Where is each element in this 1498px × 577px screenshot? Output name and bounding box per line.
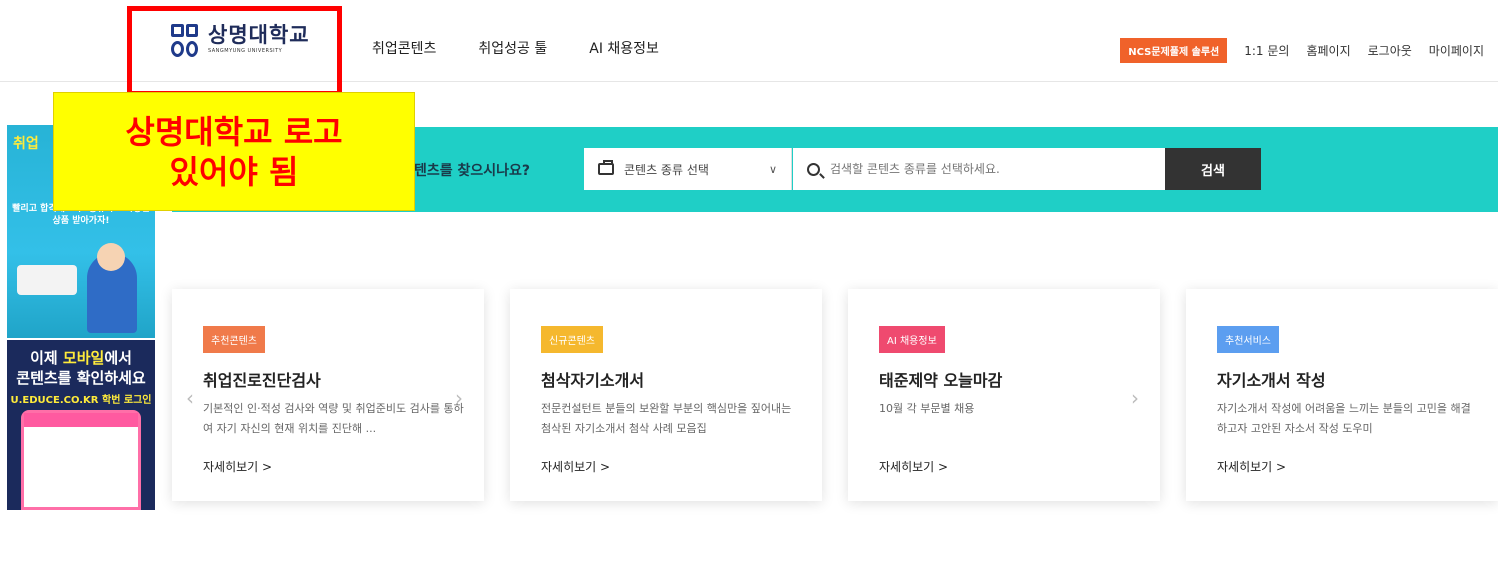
card-badge: 추천서비스 — [1217, 326, 1279, 353]
util-inquiry-link[interactable]: 1:1 문의 — [1244, 42, 1289, 59]
annotation-line1: 상명대학교 로고 — [125, 112, 343, 151]
chevron-left-icon[interactable]: ‹ — [186, 386, 194, 410]
site-header: 상명대학교 SANGMYUNG UNIVERSITY 취업콘텐츠 취업성공 툴 … — [0, 0, 1498, 96]
card-description: 자기소개서 작성에 어려움을 느끼는 분들의 고민을 해결하고자 고안된 자소서… — [1217, 402, 1471, 435]
card-title: 첨삭자기소개서 — [541, 371, 645, 390]
mobile-banner-url: U.EDUCE.CO.KR 학번 로그인 — [10, 395, 152, 406]
content-card[interactable]: AI 채용정보 태준제약 오늘마감 10월 각 부문별 채용 자세히보기 > — [848, 289, 1160, 501]
card-description: 기본적인 인·적성 검사와 역량 및 취업준비도 검사를 통하여 자기 자신의 … — [203, 402, 464, 435]
mascot-face — [97, 243, 125, 271]
card-badge: 신규콘텐츠 — [541, 326, 603, 353]
chevron-down-icon: ∨ — [768, 162, 777, 176]
ncs-solution-button[interactable]: NCS문제풀제 솔루션 — [1120, 38, 1228, 63]
card-badge: AI 채용정보 — [879, 326, 945, 353]
nav-item-success-tools[interactable]: 취업성공 툴 — [478, 38, 547, 58]
utility-nav: NCS문제풀제 솔루션 1:1 문의 홈페이지 로그아웃 마이페이지 — [1120, 38, 1484, 63]
nav-item-ai-recruit[interactable]: AI 채용정보 — [589, 38, 659, 58]
content-card[interactable]: 추천서비스 자기소개서 작성 자기소개서 작성에 어려움을 느끼는 분들의 고민… — [1186, 289, 1498, 501]
mobile-highlight: 모바일 — [62, 349, 105, 367]
nav-item-jobs-content[interactable]: 취업콘텐츠 — [372, 38, 436, 58]
card-title: 자기소개서 작성 — [1217, 371, 1326, 390]
search-input[interactable] — [830, 162, 1130, 176]
annotation-callout: 상명대학교 로고 있어야 됨 — [53, 92, 415, 211]
card-title: 취업진로진단검사 — [203, 371, 321, 390]
search-banner-label: 텐츠를 찾으시나요? — [414, 163, 531, 179]
util-homepage-link[interactable]: 홈페이지 — [1306, 42, 1350, 59]
chevron-right-icon[interactable]: › — [455, 386, 463, 410]
side-banner-title: 취업 — [13, 136, 39, 152]
card-more-link[interactable]: 자세히보기 > — [879, 458, 948, 475]
phone-illustration — [21, 410, 141, 510]
annotation-line2: 있어야 됨 — [169, 152, 299, 191]
util-mypage-link[interactable]: 마이페이지 — [1429, 42, 1484, 59]
coffee-illustration — [17, 265, 77, 295]
card-badge: 추천콘텐츠 — [203, 326, 265, 353]
util-logout-link[interactable]: 로그아웃 — [1368, 42, 1412, 59]
content-type-select[interactable]: 콘텐츠 종류 선택 ∨ — [584, 148, 792, 190]
content-card[interactable]: 신규콘텐츠 첨삭자기소개서 전문컨설턴트 분들의 보완할 부분의 핵심만을 짚어… — [510, 289, 822, 501]
card-more-link[interactable]: 자세히보기 > — [203, 458, 272, 475]
search-icon — [807, 162, 820, 176]
chevron-right-icon[interactable]: › — [1131, 386, 1139, 410]
briefcase-icon — [598, 160, 614, 175]
content-card[interactable]: 추천콘텐츠 취업진로진단검사 기본적인 인·적성 검사와 역량 및 취업준비도 … — [172, 289, 484, 501]
search-button[interactable]: 검색 — [1165, 148, 1261, 190]
content-type-select-value: 콘텐츠 종류 선택 — [624, 162, 709, 177]
card-description: 10월 각 부문별 채용 — [879, 402, 975, 415]
main-nav: 취업콘텐츠 취업성공 툴 AI 채용정보 — [372, 38, 659, 58]
mobile-banner-line2: 콘텐츠를 확인하세요 — [16, 369, 146, 387]
logo-highlight-box — [127, 6, 342, 96]
card-title: 태준제약 오늘마감 — [879, 371, 1003, 390]
card-more-link[interactable]: 자세히보기 > — [1217, 458, 1286, 475]
search-field[interactable] — [793, 148, 1165, 190]
card-more-link[interactable]: 자세히보기 > — [541, 458, 610, 475]
side-banner-mobile[interactable]: 이제 모바일에서 콘텐츠를 확인하세요 U.EDUCE.CO.KR 학번 로그인 — [7, 340, 155, 510]
card-description: 전문컨설턴트 분들의 보완할 부분의 핵심만을 짚어내는 첨삭된 자기소개서 첨… — [541, 402, 792, 435]
